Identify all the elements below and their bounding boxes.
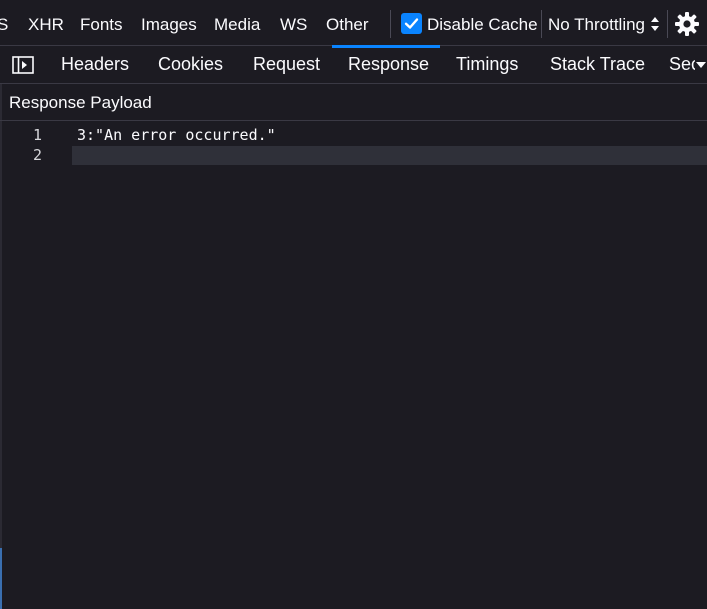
line-number: 1 xyxy=(32,126,42,144)
current-line-highlight xyxy=(72,146,707,165)
filter-button-xhr[interactable]: XHR xyxy=(28,0,64,46)
tab-request[interactable]: Request xyxy=(253,46,320,83)
tab-response[interactable]: Response xyxy=(348,46,429,83)
tab-security-partial[interactable]: Sec xyxy=(669,46,695,83)
tab-stack-trace[interactable]: Stack Trace xyxy=(550,46,645,83)
code-line-current: 2 xyxy=(0,146,707,165)
filter-button-images[interactable]: Images xyxy=(141,0,197,46)
response-payload-header: Response Payload xyxy=(0,84,707,121)
disable-cache-label[interactable]: Disable Cache xyxy=(427,0,538,46)
filter-button-partial[interactable]: S xyxy=(0,0,8,46)
chevron-down-icon[interactable] xyxy=(695,60,707,70)
response-code-editor[interactable]: 1 3:"An error occurred." 2 xyxy=(0,121,707,609)
filter-button-ws[interactable]: WS xyxy=(280,0,307,46)
toolbar-divider xyxy=(390,10,391,38)
disable-cache-checkbox[interactable] xyxy=(401,13,422,34)
line-number: 2 xyxy=(32,146,42,164)
tab-timings[interactable]: Timings xyxy=(456,46,518,83)
filter-button-media[interactable]: Media xyxy=(214,0,260,46)
filter-toolbar: S XHR Fonts Images Media WS Other Disabl… xyxy=(0,0,707,46)
line-text: 3:"An error occurred." xyxy=(77,126,276,144)
network-request-details-panel: S XHR Fonts Images Media WS Other Disabl… xyxy=(0,0,707,609)
toolbar-divider xyxy=(667,10,668,38)
section-title: Response Payload xyxy=(9,93,152,112)
filter-button-other[interactable]: Other xyxy=(326,0,369,46)
sidebar-toggle-icon[interactable] xyxy=(12,56,34,74)
tab-overflow-clip: Sec xyxy=(669,46,695,83)
gear-icon[interactable] xyxy=(674,11,700,37)
checkmark-icon xyxy=(404,18,419,29)
up-down-arrows-icon xyxy=(651,17,659,31)
toolbar-divider xyxy=(541,10,542,38)
tab-cookies[interactable]: Cookies xyxy=(158,46,223,83)
tab-headers[interactable]: Headers xyxy=(61,46,129,83)
details-tab-bar: Headers Cookies Request Response Timings… xyxy=(0,45,707,84)
filter-button-fonts[interactable]: Fonts xyxy=(80,0,123,46)
throttling-select[interactable]: No Throttling xyxy=(548,0,645,46)
code-line: 1 3:"An error occurred." xyxy=(0,126,707,145)
